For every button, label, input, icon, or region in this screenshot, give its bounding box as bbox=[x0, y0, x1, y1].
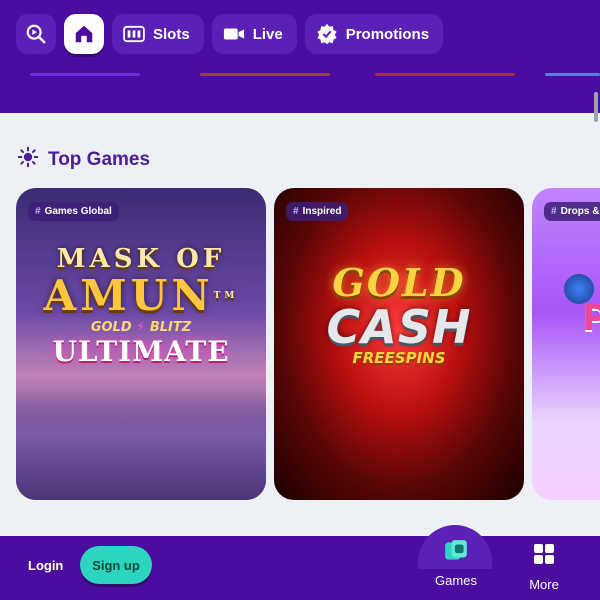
provider-tag: # Games Global bbox=[28, 202, 119, 221]
section-title: Top Games bbox=[48, 148, 151, 170]
home-icon bbox=[72, 22, 96, 46]
video-camera-icon bbox=[222, 22, 246, 46]
tab-games-label: Games bbox=[435, 573, 477, 588]
provider-tag-label: Drops & bbox=[560, 206, 600, 217]
game-card-mask-of-amun[interactable]: # Games Global MASK OF AMUNTM GOLD ⚡ BLI… bbox=[16, 188, 266, 500]
banner-strip bbox=[375, 73, 515, 76]
logo-line: GOLD bbox=[332, 260, 466, 305]
nav-live[interactable]: Live bbox=[211, 14, 297, 54]
provider-tag-label: Games Global bbox=[44, 206, 112, 217]
hash-icon: # bbox=[293, 206, 299, 217]
slot-machine-icon bbox=[122, 22, 146, 46]
game-card-gold-cash-freespins[interactable]: # Inspired GOLD CASH FREESPINS bbox=[274, 188, 524, 500]
logo-line: FREESPINS bbox=[352, 349, 446, 367]
logo-line: AMUNTM bbox=[43, 271, 239, 320]
nav-slots-label: Slots bbox=[153, 25, 190, 43]
game-logo: GOLD CASH FREESPINS bbox=[274, 260, 524, 367]
nav-promotions[interactable]: Promotions bbox=[304, 14, 444, 54]
games-icon bbox=[443, 540, 469, 568]
banner-strip bbox=[30, 73, 140, 76]
tab-games[interactable]: Games bbox=[420, 538, 492, 588]
provider-tag-label: Inspired bbox=[302, 206, 342, 217]
scrollbar-thumb[interactable] bbox=[594, 92, 598, 122]
provider-tag: # Drops & bbox=[544, 202, 600, 221]
home-button[interactable] bbox=[64, 14, 104, 54]
nav-live-label: Live bbox=[252, 25, 283, 43]
badge-icon bbox=[315, 22, 339, 46]
section-header: Top Games bbox=[17, 146, 151, 172]
banner-strip bbox=[545, 73, 600, 76]
search-icon bbox=[24, 22, 48, 46]
game-logo: P bbox=[582, 298, 600, 339]
banner-strip bbox=[200, 73, 330, 76]
search-button[interactable] bbox=[16, 14, 56, 54]
logo-line: CASH bbox=[326, 300, 472, 354]
game-card-partial[interactable]: # Drops & P bbox=[532, 188, 600, 500]
hash-icon: # bbox=[35, 206, 41, 217]
tab-more-label: More bbox=[529, 577, 559, 592]
nav-slots[interactable]: Slots bbox=[112, 14, 204, 54]
grid-icon bbox=[532, 544, 556, 570]
logo-line: GOLD ⚡ BLITZ bbox=[90, 320, 192, 335]
signup-button[interactable]: Sign up bbox=[80, 546, 152, 584]
main-nav: Slots Live Promotions bbox=[16, 14, 444, 54]
top-header: Slots Live Promotions bbox=[0, 0, 600, 113]
card-artwork bbox=[16, 390, 266, 500]
sparkle-icon bbox=[17, 146, 39, 172]
logo-line: ULTIMATE bbox=[52, 335, 230, 368]
logo-line: MASK OF bbox=[56, 244, 226, 274]
login-link[interactable]: Login bbox=[28, 558, 63, 573]
provider-tag: # Inspired bbox=[286, 202, 349, 221]
tab-more[interactable]: More bbox=[520, 542, 568, 592]
game-logo: MASK OF AMUNTM GOLD ⚡ BLITZ ULTIMATE bbox=[16, 244, 266, 368]
hash-icon: # bbox=[551, 206, 557, 217]
nav-promotions-label: Promotions bbox=[345, 25, 430, 43]
